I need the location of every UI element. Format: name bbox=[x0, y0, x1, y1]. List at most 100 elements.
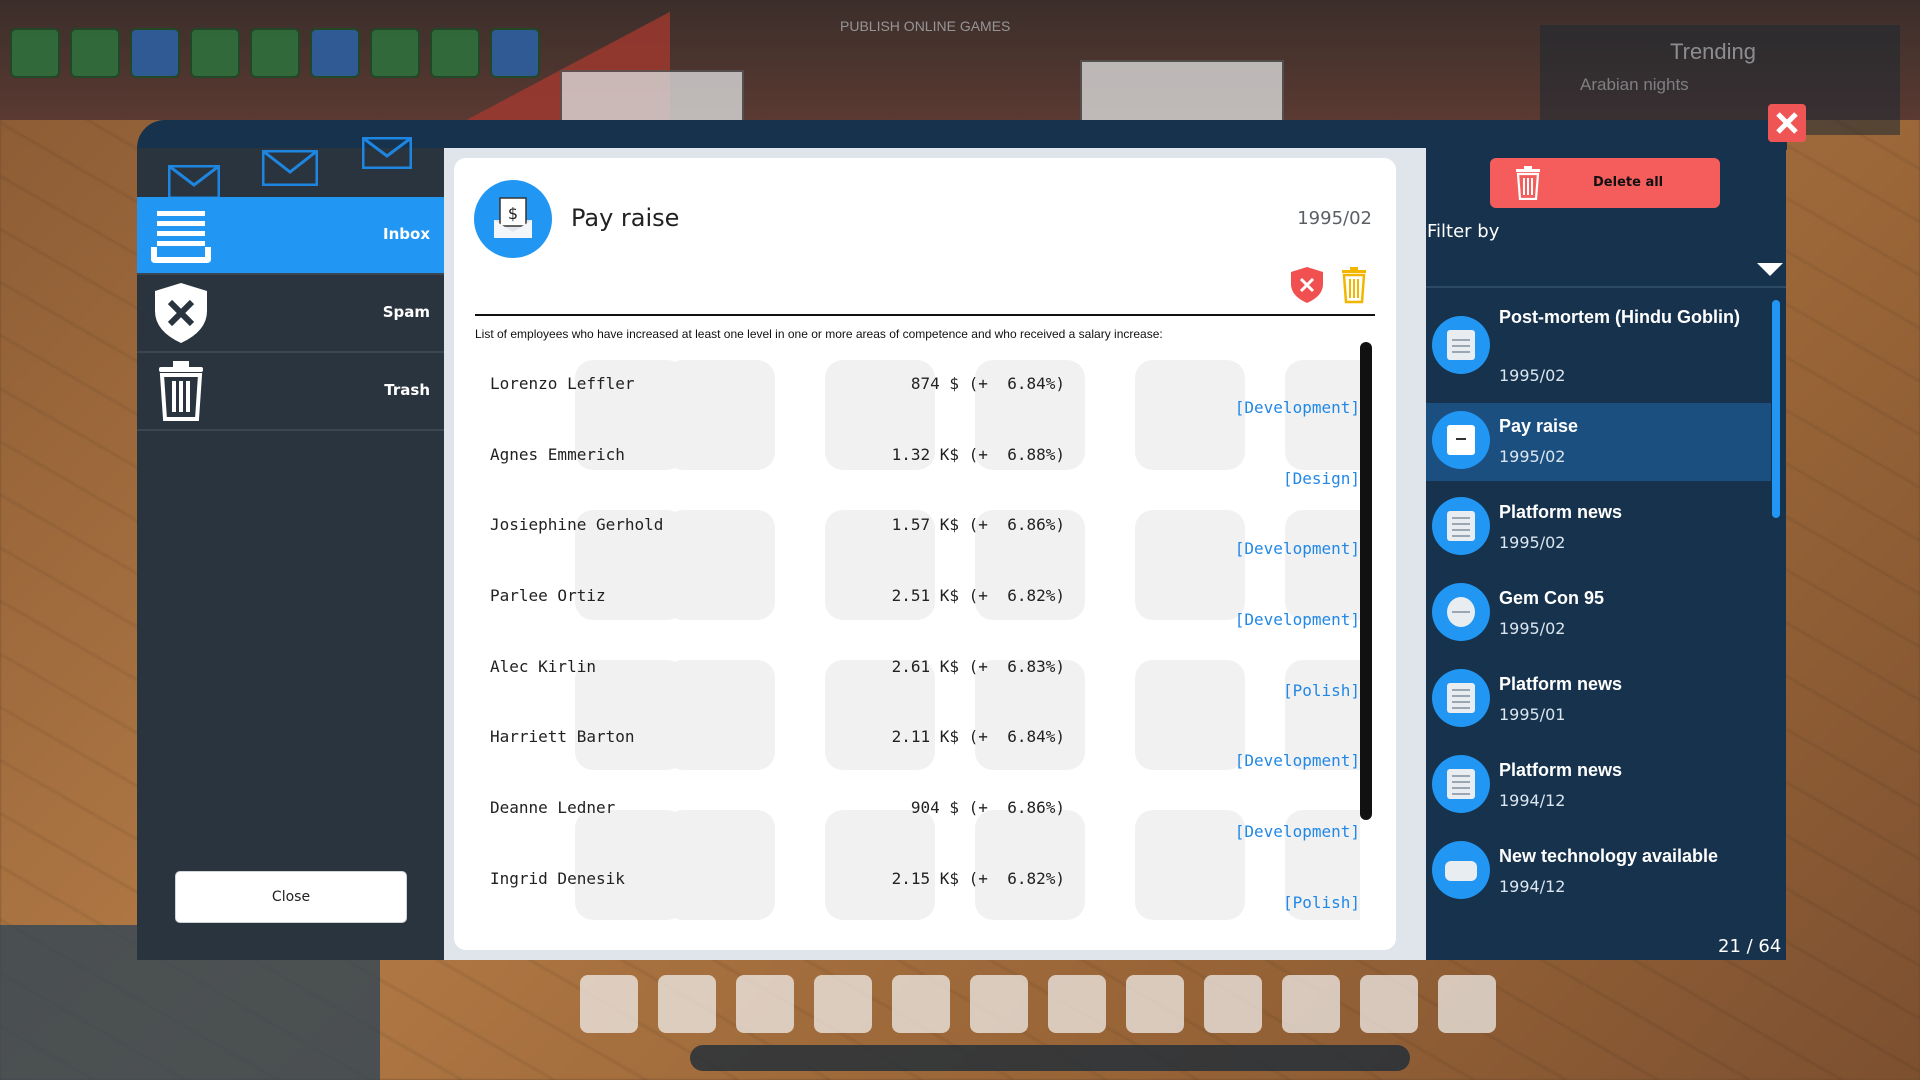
sidebar-item-spam[interactable]: Spam bbox=[137, 275, 444, 353]
toolbar-icon bbox=[736, 975, 794, 1033]
salary-amount: 2.15 K$ (+ 6.82%) bbox=[891, 868, 1065, 888]
competence-link[interactable]: [Design] bbox=[1283, 469, 1360, 488]
salary-amount: 2.11 K$ (+ 6.84%) bbox=[891, 727, 1065, 747]
list-item[interactable]: Pay raise 1995/02 bbox=[1426, 403, 1771, 481]
salary-amount: 1.32 K$ (+ 6.88%) bbox=[891, 444, 1065, 464]
competence-link[interactable]: [Development] bbox=[1235, 751, 1360, 770]
toolbar-icon bbox=[1204, 975, 1262, 1033]
sidebar-item-inbox[interactable]: Inbox bbox=[137, 197, 444, 275]
newspaper-icon bbox=[1432, 755, 1490, 813]
competence-link[interactable]: [Polish] bbox=[1283, 893, 1360, 912]
close-icon[interactable] bbox=[1768, 104, 1806, 142]
toolbar-icon bbox=[1360, 975, 1418, 1033]
gamepad-gear-icon bbox=[1432, 841, 1490, 899]
salary-amount: 1.57 K$ (+ 6.86%) bbox=[891, 515, 1065, 535]
list-item[interactable]: Gem Con 95 1995/02 bbox=[1426, 575, 1771, 653]
toolbar-icon bbox=[310, 28, 360, 78]
publish-online-label: PUBLISH ONLINE GAMES bbox=[840, 18, 1011, 34]
salary-amount: 2.51 K$ (+ 6.82%) bbox=[891, 586, 1065, 606]
list-item-date: 1994/12 bbox=[1499, 791, 1566, 810]
table-row: Harriett Barton 2.11 K$ (+ 6.84%) [Devel… bbox=[490, 715, 1360, 786]
pay-raise-icon: $ bbox=[474, 180, 552, 258]
competence-link[interactable]: [Development] bbox=[1235, 398, 1360, 417]
newspaper-icon bbox=[1432, 669, 1490, 727]
sidebar-item-trash[interactable]: Trash bbox=[137, 353, 444, 431]
list-item[interactable]: Post-mortem (Hindu Goblin) 1995/02 bbox=[1426, 294, 1771, 398]
svg-text:$: $ bbox=[508, 204, 518, 223]
envelope-icon bbox=[262, 150, 318, 186]
list-item[interactable]: Platform news 1995/02 bbox=[1426, 489, 1771, 567]
employee-name: Josiephine Gerhold bbox=[490, 515, 664, 535]
delete-message-icon[interactable] bbox=[1339, 266, 1369, 304]
page-count: 21 / 64 bbox=[1718, 936, 1782, 957]
toolbar-icon bbox=[1282, 975, 1340, 1033]
top-toolbar bbox=[10, 28, 540, 78]
shield-x-icon bbox=[155, 283, 207, 343]
filter-dropdown-icon[interactable] bbox=[1757, 263, 1783, 276]
table-row: Lorenzo Leffler 874 $ (+ 6.84%) [Develop… bbox=[490, 362, 1360, 433]
delete-all-label: Delete all bbox=[1593, 175, 1664, 190]
list-item[interactable]: New technology available 1994/12 bbox=[1426, 833, 1771, 911]
competence-link[interactable]: [Development] bbox=[1235, 822, 1360, 841]
list-item[interactable]: Platform news 1995/01 bbox=[1426, 661, 1771, 739]
toolbar-icon bbox=[1048, 975, 1106, 1033]
filter-divider bbox=[1426, 286, 1786, 288]
table-row: Ingrid Denesik 2.15 K$ (+ 6.82%) [Polish… bbox=[490, 857, 1360, 928]
bottom-toolbar bbox=[580, 975, 1510, 1055]
sidebar-item-label: Inbox bbox=[383, 225, 430, 243]
pay-envelope-icon bbox=[1432, 411, 1490, 469]
status-bar bbox=[690, 1045, 1410, 1071]
reject-shield-icon[interactable] bbox=[1290, 266, 1324, 304]
toolbar-icon bbox=[370, 28, 420, 78]
message-title: Pay raise bbox=[571, 204, 680, 232]
convention-icon bbox=[1432, 583, 1490, 641]
message-date: 1995/02 bbox=[1297, 208, 1372, 229]
employee-name: Alec Kirlin bbox=[490, 656, 596, 676]
toolbar-icon bbox=[1438, 975, 1496, 1033]
list-item-date: 1994/12 bbox=[1499, 877, 1566, 896]
salary-amount: 874 $ (+ 6.84%) bbox=[910, 374, 1065, 393]
close-button[interactable]: Close bbox=[175, 871, 407, 923]
competence-link[interactable]: [Development] bbox=[1235, 610, 1360, 629]
list-item-title: Platform news bbox=[1499, 674, 1623, 694]
envelope-icon bbox=[168, 165, 220, 199]
employee-name: Agnes Emmerich bbox=[490, 444, 625, 464]
trash-icon bbox=[1516, 166, 1540, 200]
sidebar-item-label: Trash bbox=[384, 381, 430, 399]
toolbar-icon bbox=[70, 28, 120, 78]
list-item-date: 1995/01 bbox=[1499, 705, 1566, 724]
message-scrollbar[interactable] bbox=[1360, 342, 1372, 820]
trending-title: Trending bbox=[1670, 39, 1757, 64]
message-intro: List of employees who have increased at … bbox=[475, 327, 1163, 341]
list-item-title: Platform news bbox=[1499, 502, 1623, 522]
table-row: Josiephine Gerhold 1.57 K$ (+ 6.86%) [De… bbox=[490, 503, 1360, 574]
office-desk bbox=[1080, 60, 1284, 124]
inbox-icon bbox=[151, 211, 211, 263]
list-item-date: 1995/02 bbox=[1499, 447, 1566, 466]
table-row: Agnes Emmerich 1.32 K$ (+ 6.88%) [Design… bbox=[490, 433, 1360, 504]
list-item-date: 1995/02 bbox=[1499, 533, 1566, 552]
list-item[interactable]: Platform news 1994/12 bbox=[1426, 747, 1771, 825]
toolbar-icon bbox=[814, 975, 872, 1033]
list-item-title: Pay raise bbox=[1499, 416, 1579, 436]
list-scrollbar[interactable] bbox=[1772, 300, 1780, 518]
employee-name: Lorenzo Leffler bbox=[490, 374, 635, 393]
trending-panel: Trending Arabian nights bbox=[1540, 25, 1900, 135]
competence-link[interactable]: [Development] bbox=[1235, 539, 1360, 558]
list-item-title: Platform news bbox=[1499, 760, 1623, 780]
toolbar-icon bbox=[490, 28, 540, 78]
employee-name: Ingrid Denesik bbox=[490, 868, 625, 888]
toolbar-icon bbox=[1126, 975, 1184, 1033]
toolbar-icon bbox=[580, 975, 638, 1033]
employee-name: Deanne Ledner bbox=[490, 798, 616, 818]
competence-link[interactable]: [Polish] bbox=[1283, 681, 1360, 700]
toolbar-icon bbox=[430, 28, 480, 78]
table-row: Deanne Ledner 904 $ (+ 6.86%) [Developme… bbox=[490, 786, 1360, 857]
pay-raise-list: Lorenzo Leffler 874 $ (+ 6.84%) [Develop… bbox=[490, 362, 1360, 928]
toolbar-icon bbox=[892, 975, 950, 1033]
delete-all-button[interactable]: Delete all bbox=[1490, 158, 1720, 208]
envelope-icon bbox=[362, 137, 412, 169]
list-item-title: Post-mortem (Hindu Goblin) bbox=[1499, 307, 1740, 327]
salary-amount: 2.61 K$ (+ 6.83%) bbox=[891, 656, 1065, 676]
list-item-title: New technology available bbox=[1499, 846, 1719, 866]
